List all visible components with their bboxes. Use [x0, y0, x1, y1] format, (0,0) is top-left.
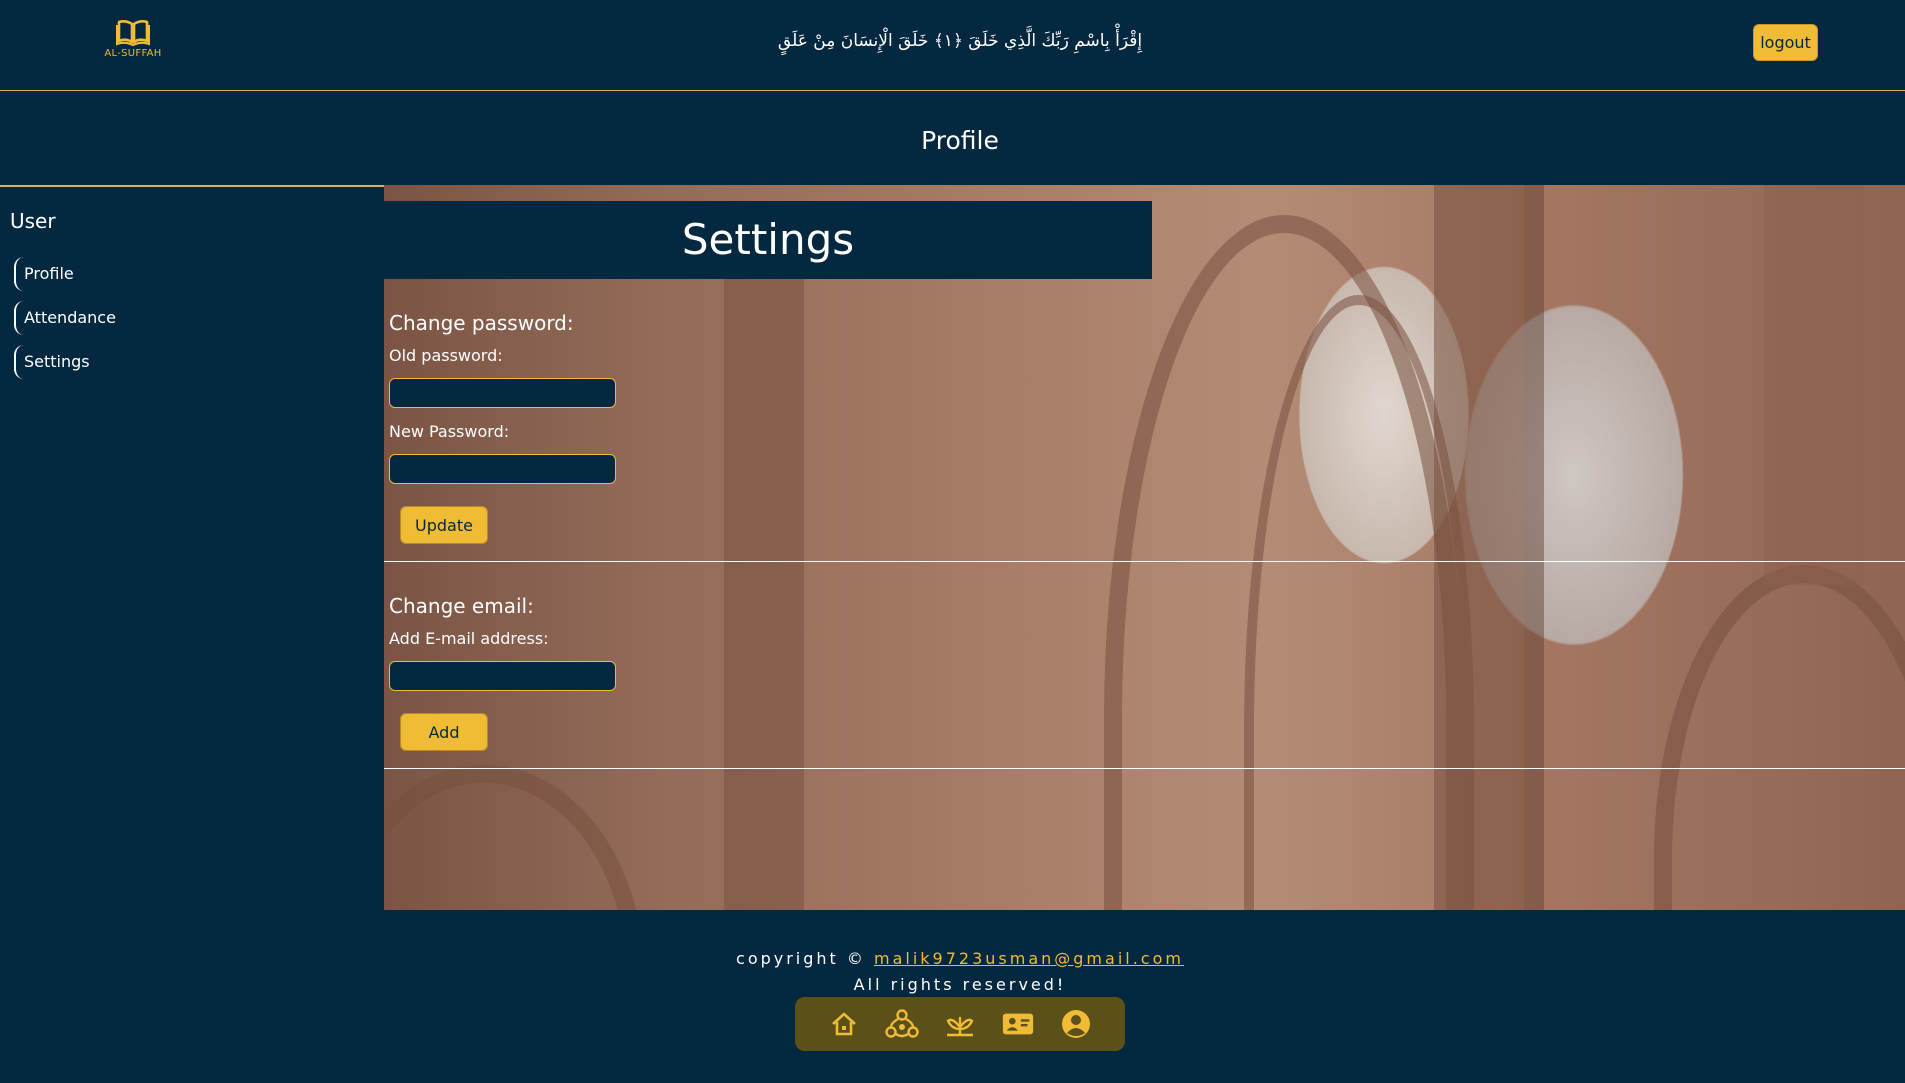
copyright-text: copyright ©: [736, 949, 866, 968]
rights-text: All rights reserved!: [853, 975, 1067, 994]
settings-heading: Settings: [384, 201, 1152, 279]
user-circle-icon[interactable]: [1059, 1007, 1093, 1041]
logo[interactable]: AL-SUFFAH: [103, 18, 163, 59]
new-password-field[interactable]: [389, 454, 616, 484]
background-pillar: [724, 245, 804, 910]
update-button[interactable]: Update: [400, 506, 488, 544]
add-button[interactable]: Add: [400, 713, 488, 751]
contact-card-icon[interactable]: [1001, 1007, 1035, 1041]
sidebar-item-profile[interactable]: Profile: [14, 257, 234, 291]
copyright-line: copyright © malik9723usman@gmail.com: [0, 949, 1905, 968]
logout-button[interactable]: logout: [1753, 24, 1818, 61]
sidebar-item-attendance[interactable]: Attendance: [14, 301, 234, 335]
email-label: Add E-mail address:: [389, 629, 549, 648]
new-password-label: New Password:: [389, 422, 510, 441]
change-email-title: Change email:: [389, 594, 534, 618]
plant-icon[interactable]: [943, 1007, 977, 1041]
email-field[interactable]: [389, 661, 616, 691]
background-arch: [1654, 565, 1905, 910]
sidebar-item-settings[interactable]: Settings: [14, 345, 234, 379]
open-book-icon: [116, 20, 150, 46]
contact-email-link[interactable]: malik9723usman@gmail.com: [874, 949, 1184, 968]
old-password-label: Old password:: [389, 346, 503, 365]
section-divider: [384, 561, 1905, 562]
background-pillar: [1524, 185, 1544, 910]
network-icon[interactable]: [885, 1007, 919, 1041]
settings-panel: Settings Change password: Old password: …: [384, 185, 1905, 910]
sidebar: User Profile Attendance Settings: [0, 185, 384, 910]
bottom-nav: [795, 997, 1125, 1051]
sidebar-title: User: [10, 209, 56, 233]
background-pillar: [1434, 185, 1524, 910]
header-verse: إِقْرَأْ بِاسْمِ رَبِّكَ الَّذِي خَلَقَ …: [777, 31, 1143, 51]
section-divider: [384, 768, 1905, 769]
home-icon[interactable]: [827, 1007, 861, 1041]
change-password-title: Change password:: [389, 311, 574, 335]
page-title: Profile: [921, 126, 999, 155]
background-arch: [384, 765, 644, 910]
logo-text: AL-SUFFAH: [104, 48, 162, 59]
top-header: AL-SUFFAH إِقْرَأْ بِاسْمِ رَبِّكَ الَّذ…: [0, 0, 1905, 91]
old-password-field[interactable]: [389, 378, 616, 408]
background-pillar: [1764, 185, 1864, 585]
